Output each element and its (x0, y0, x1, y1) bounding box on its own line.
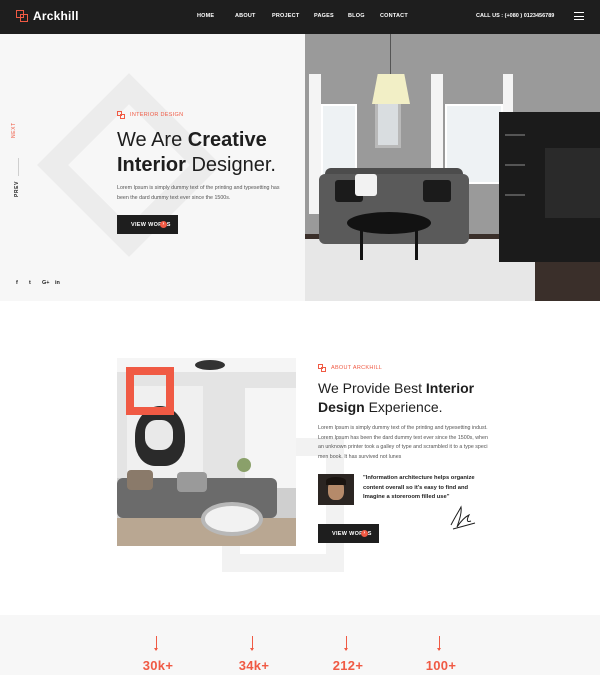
hero-title-part: We Are (117, 129, 188, 151)
author-avatar (318, 474, 354, 505)
squares-icon (318, 364, 326, 372)
squares-icon (117, 111, 125, 119)
arrow-right-icon: › (361, 530, 368, 537)
hero-view-works-button[interactable]: VIEW WORKS › (117, 215, 178, 234)
brand-name: Arckhill (33, 9, 79, 23)
hero-subtitle-row: INTERIOR DESIGN (117, 111, 183, 119)
hero-text-panel: INTERIOR DESIGN We Are Creative Interior… (0, 34, 305, 301)
slider-prev-link[interactable]: PREV (14, 181, 20, 197)
about-description: Lorem Ipsum is simply dummy text of the … (318, 425, 488, 460)
hero-subtitle: INTERIOR DESIGN (130, 112, 184, 118)
about-title-bold: Interior (425, 380, 475, 396)
arrow-right-icon: › (160, 221, 167, 228)
about-view-works-button[interactable]: VIEW WORKS › (318, 524, 379, 543)
stat-number: 30k+ (142, 658, 174, 673)
about-title: We Provide Best Interior Design Experien… (318, 379, 474, 417)
hamburger-menu-icon[interactable] (574, 12, 584, 21)
divider (18, 158, 19, 176)
arrow-down-icon (250, 636, 254, 651)
nav-link-blog[interactable]: BLOG (348, 13, 380, 19)
nav-link-home[interactable]: HOME (197, 13, 235, 19)
hero-title-part: Designer. (185, 154, 276, 176)
arrow-down-icon (154, 636, 158, 651)
testimonial-quote: "Information architecture helps organize… (363, 475, 475, 500)
nav-link-contact[interactable]: CONTACT (380, 13, 420, 19)
social-links: f t G+ in (16, 280, 60, 286)
slider-next-link[interactable]: NEXT (11, 122, 17, 138)
stats-section: 30k+ 34k+ 212+ 100+ (0, 615, 600, 675)
stat-number: 34k+ (238, 658, 270, 673)
facebook-icon[interactable]: f (16, 280, 21, 286)
nav-link-project[interactable]: PROJECT (272, 13, 314, 19)
stat-number: 100+ (425, 658, 457, 673)
hero-title: We Are Creative Interior Designer. (117, 128, 276, 178)
about-subtitle-row: ABOUT ARCKHILL (318, 364, 382, 372)
brand[interactable]: Arckhill (16, 9, 79, 23)
nav-links: HOME ABOUT PROJECT PAGES BLOG CONTACT (197, 13, 420, 19)
google-plus-icon[interactable]: G+ (42, 280, 50, 286)
hero-title-bold: Interior (117, 154, 186, 176)
linkedin-icon[interactable]: in (55, 280, 60, 286)
stat-number: 212+ (332, 658, 364, 673)
call-us-text: CALL US : (+080 ) 0123456789 (476, 13, 555, 19)
about-interior-image (117, 358, 296, 546)
arrow-down-icon (437, 636, 441, 651)
arrow-down-icon (344, 636, 348, 651)
about-title-part: We Provide Best (318, 380, 426, 396)
top-navbar: Arckhill HOME ABOUT PROJECT PAGES BLOG C… (0, 0, 600, 34)
signature-icon (450, 505, 476, 530)
twitter-icon[interactable]: t (29, 280, 34, 286)
about-title-bold: Design (318, 399, 365, 415)
hero-living-room-image (305, 34, 600, 301)
nav-link-about[interactable]: ABOUT (235, 13, 272, 19)
about-subtitle: ABOUT ARCKHILL (331, 365, 383, 371)
brand-logo-icon (16, 10, 28, 22)
hero-title-bold: Creative (187, 129, 267, 151)
hero-description: Lorem Ipsum is simply dummy text of the … (117, 185, 280, 201)
about-title-part: Experience. (364, 399, 443, 415)
nav-link-pages[interactable]: PAGES (314, 13, 348, 19)
